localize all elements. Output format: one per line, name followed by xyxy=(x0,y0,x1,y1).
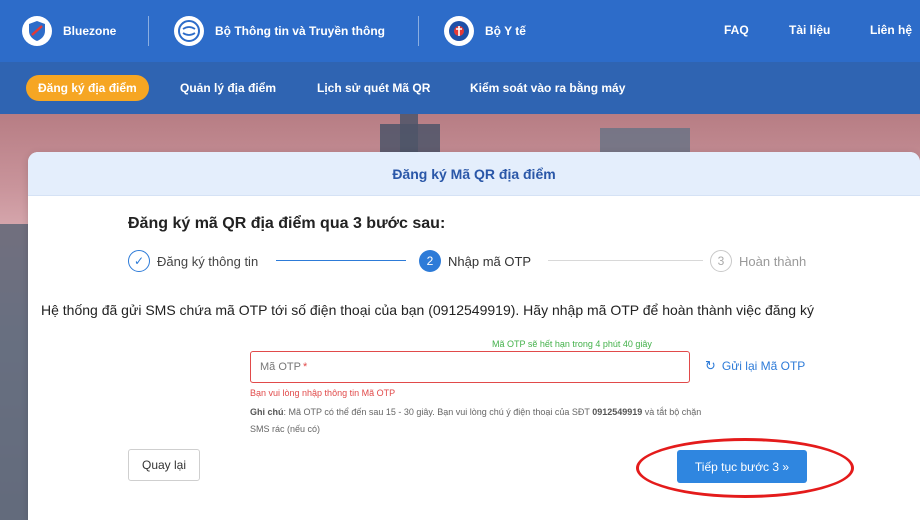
step-connector xyxy=(276,260,406,261)
step-3: 3 Hoàn thành xyxy=(710,249,806,273)
register-qr-card: Đăng ký Mã QR địa điểm Đăng ký mã QR địa… xyxy=(28,152,920,520)
otp-error-message: Bạn vui lòng nhập thông tin Mã OTP xyxy=(250,388,396,398)
ministry-health-logo-icon xyxy=(444,16,474,46)
note-phone: 0912549919 xyxy=(592,407,643,417)
brand-ministry-ic[interactable]: Bộ Thông tin và Truyền thông xyxy=(174,0,385,62)
step-3-label: Hoàn thành xyxy=(739,253,807,269)
step-connector xyxy=(548,260,703,261)
stepper: ✓ Đăng ký thông tin 2 Nhập mã OTP 3 Hoàn… xyxy=(128,249,828,275)
brand-label: Bộ Y tế xyxy=(485,24,526,38)
bluezone-shield-icon xyxy=(22,16,52,46)
required-mark: * xyxy=(302,361,308,373)
step-2-marker: 2 xyxy=(419,250,441,272)
subnav-qr-scan-history[interactable]: Lịch sử quét Mã QR xyxy=(317,81,430,95)
subnav-register-location[interactable]: Đăng ký địa điểm xyxy=(26,75,149,101)
documents-link[interactable]: Tài liệu xyxy=(789,23,830,37)
otp-expire-countdown: Mã OTP sẽ hết hạn trong 4 phút 40 giây xyxy=(492,339,652,349)
resend-otp-label: Gửi lại Mã OTP xyxy=(721,359,806,373)
continue-step-3-button[interactable]: Tiếp tục bước 3 » xyxy=(677,450,807,483)
brand-bluezone[interactable]: Bluezone xyxy=(22,0,116,62)
card-header: Đăng ký Mã QR địa điểm xyxy=(28,152,920,196)
step-2-label: Nhập mã OTP xyxy=(448,253,532,269)
resend-otp-button[interactable]: ↻ Gửi lại Mã OTP xyxy=(705,358,805,374)
note-text: : Mã OTP có thể đến sau 15 - 30 giây. Bạ… xyxy=(283,407,593,417)
brand-label: Bộ Thông tin và Truyền thông xyxy=(215,24,385,38)
divider xyxy=(418,16,419,46)
check-icon: ✓ xyxy=(128,250,150,272)
card-title: Đăng ký Mã QR địa điểm xyxy=(392,165,556,182)
step-2: 2 Nhập mã OTP xyxy=(419,249,531,273)
top-navbar: Bluezone Bộ Thông tin và Truyền thông Bộ… xyxy=(0,0,920,62)
subnav-machine-access-control[interactable]: Kiểm soát vào ra bằng máy xyxy=(470,81,625,95)
note-label: Ghi chú xyxy=(250,407,284,417)
back-button[interactable]: Quay lại xyxy=(128,449,200,481)
subnav-manage-location[interactable]: Quản lý địa điểm xyxy=(180,81,276,95)
brand-label: Bluezone xyxy=(63,24,117,38)
steps-intro-heading: Đăng ký mã QR địa điểm qua 3 bước sau: xyxy=(128,215,446,232)
sms-sent-message: Hệ thống đã gửi SMS chứa mã OTP tới số đ… xyxy=(41,302,814,318)
sub-navbar: Đăng ký địa điểm Quản lý địa điểm Lịch s… xyxy=(0,62,920,114)
refresh-icon: ↻ xyxy=(705,358,716,373)
step-1-label: Đăng ký thông tin xyxy=(157,253,259,269)
step-3-marker: 3 xyxy=(710,250,732,272)
divider xyxy=(148,16,149,46)
otp-placeholder: Mã OTP xyxy=(260,361,301,373)
brand-ministry-health[interactable]: Bộ Y tế xyxy=(444,0,526,62)
ministry-ic-logo-icon xyxy=(174,16,204,46)
otp-note: Ghi chú: Mã OTP có thể đến sau 15 - 30 g… xyxy=(250,404,710,438)
contact-link[interactable]: Liên hệ xyxy=(870,23,912,37)
otp-input[interactable]: Mã OTP * xyxy=(250,351,690,383)
step-1: ✓ Đăng ký thông tin xyxy=(128,249,258,273)
faq-link[interactable]: FAQ xyxy=(724,23,749,37)
